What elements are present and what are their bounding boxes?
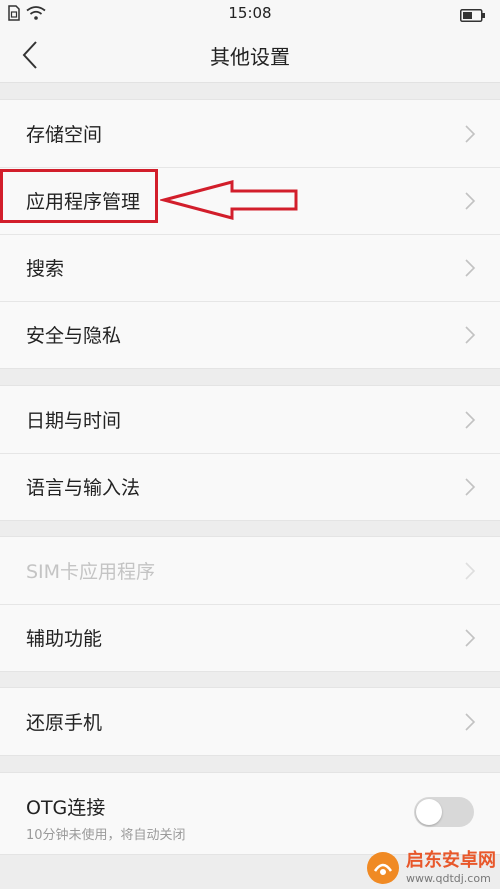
settings-item-label: 应用程序管理 xyxy=(26,191,141,213)
watermark: 启东安卓网 www.qdtdj.com xyxy=(366,851,496,885)
chevron-right-icon xyxy=(465,191,476,210)
chevron-right-icon xyxy=(465,325,476,344)
chevron-right-icon xyxy=(465,712,476,731)
settings-group-otg: OTG连接 10分钟未使用，将自动关闭 xyxy=(0,772,500,855)
watermark-text: 启东安卓网 xyxy=(406,850,496,871)
settings-item-label: 还原手机 xyxy=(26,712,103,734)
settings-item-label: 搜索 xyxy=(26,258,65,280)
status-time: 15:08 xyxy=(228,4,272,22)
chevron-right-icon xyxy=(465,628,476,647)
settings-item-label: 存储空间 xyxy=(26,124,103,146)
page-title: 其他设置 xyxy=(210,45,290,69)
settings-item-accessibility[interactable]: 辅助功能 xyxy=(0,604,500,671)
settings-item-storage[interactable]: 存储空间 xyxy=(0,100,500,167)
settings-item-label: 日期与时间 xyxy=(26,410,122,432)
watermark-url: www.qdtdj.com xyxy=(406,872,491,885)
settings-item-security-privacy[interactable]: 安全与隐私 xyxy=(0,301,500,368)
toggle-knob xyxy=(416,799,442,825)
battery-icon xyxy=(460,7,486,26)
settings-item-search[interactable]: 搜索 xyxy=(0,234,500,301)
chevron-right-icon xyxy=(465,124,476,143)
settings-item-label: 安全与隐私 xyxy=(26,325,122,347)
settings-item-reset-phone[interactable]: 还原手机 xyxy=(0,688,500,755)
status-bar: 15:08 xyxy=(0,0,500,28)
chevron-right-icon xyxy=(465,410,476,429)
chevron-right-icon xyxy=(465,477,476,496)
settings-item-app-management[interactable]: 应用程序管理 xyxy=(0,167,500,234)
settings-item-sim-apps: SIM卡应用程序 xyxy=(0,537,500,604)
watermark-logo-icon xyxy=(367,852,399,884)
navigation-header: 其他设置 xyxy=(0,28,500,83)
settings-group-date-language: 日期与时间 语言与输入法 xyxy=(0,385,500,521)
settings-group-storage-apps: 存储空间 应用程序管理 搜索 安全与隐私 xyxy=(0,99,500,369)
settings-group-reset: 还原手机 xyxy=(0,687,500,756)
settings-group-sim-accessibility: SIM卡应用程序 辅助功能 xyxy=(0,536,500,672)
settings-item-language-input[interactable]: 语言与输入法 xyxy=(0,453,500,520)
chevron-right-icon xyxy=(465,258,476,277)
settings-item-label: 语言与输入法 xyxy=(26,477,141,499)
settings-item-otg[interactable]: OTG连接 10分钟未使用，将自动关闭 xyxy=(0,773,500,854)
otg-toggle[interactable] xyxy=(414,797,474,827)
settings-item-label: SIM卡应用程序 xyxy=(26,561,156,583)
chevron-right-icon xyxy=(465,561,476,580)
settings-item-label: 辅助功能 xyxy=(26,628,103,650)
settings-item-date-time[interactable]: 日期与时间 xyxy=(0,386,500,453)
